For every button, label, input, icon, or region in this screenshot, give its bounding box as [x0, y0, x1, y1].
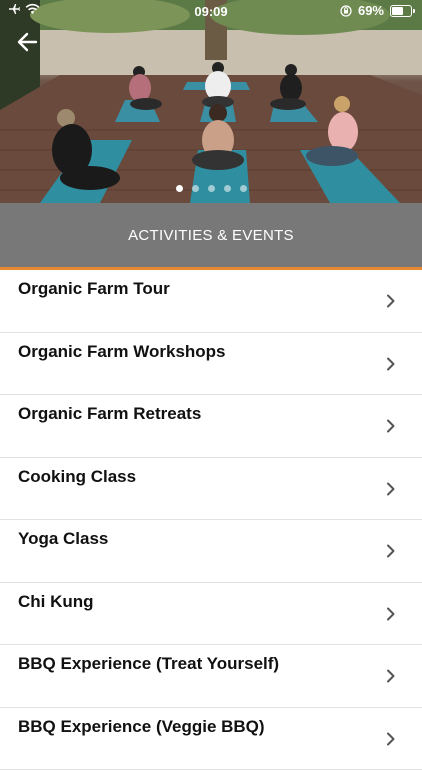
chevron-right-icon	[386, 732, 396, 746]
carousel-dot[interactable]	[208, 185, 215, 192]
activity-label: BBQ Experience (Treat Yourself)	[18, 654, 279, 674]
section-header: ACTIVITIES & EVENTS	[0, 203, 422, 267]
carousel-dot[interactable]	[176, 185, 183, 192]
activity-label: Yoga Class	[18, 529, 108, 549]
back-button[interactable]	[14, 28, 42, 56]
activity-label: Organic Farm Workshops	[18, 342, 226, 362]
hero-image[interactable]: 09:09 69%	[0, 0, 422, 203]
back-arrow-icon	[14, 28, 42, 56]
battery-level	[392, 7, 403, 15]
chevron-right-icon	[386, 482, 396, 496]
chevron-right-icon	[386, 544, 396, 558]
activity-list-item[interactable]: BBQ Experience (Treat Yourself)	[0, 645, 422, 708]
chevron-right-icon	[386, 419, 396, 433]
carousel-page-indicator[interactable]	[0, 185, 422, 192]
activities-list: Organic Farm Tour Organic Farm Workshops O…	[0, 270, 422, 770]
yoga-scene-illustration	[0, 0, 422, 203]
chevron-right-icon	[386, 294, 396, 308]
activity-label: BBQ Experience (Veggie BBQ)	[18, 717, 265, 737]
battery-percentage: 69%	[358, 3, 384, 18]
activity-label: Organic Farm Retreats	[18, 404, 201, 424]
carousel-dot[interactable]	[192, 185, 199, 192]
chevron-right-icon	[386, 607, 396, 621]
section-title: ACTIVITIES & EVENTS	[128, 227, 294, 244]
status-right: 69%	[340, 3, 412, 18]
activity-label: Organic Farm Tour	[18, 279, 170, 299]
activity-list-item[interactable]: Yoga Class	[0, 520, 422, 583]
activity-list-item[interactable]: Organic Farm Tour	[0, 270, 422, 333]
activity-list-item[interactable]: Organic Farm Workshops	[0, 333, 422, 396]
orientation-lock-icon	[340, 5, 352, 17]
activity-list-item[interactable]: Chi Kung	[0, 583, 422, 646]
carousel-dot[interactable]	[224, 185, 231, 192]
chevron-right-icon	[386, 669, 396, 683]
carousel-dot[interactable]	[240, 185, 247, 192]
status-bar: 09:09 69%	[0, 0, 422, 22]
activity-list-item[interactable]: Cooking Class	[0, 458, 422, 521]
activity-label: Chi Kung	[18, 592, 94, 612]
activity-label: Cooking Class	[18, 467, 136, 487]
chevron-right-icon	[386, 357, 396, 371]
battery-icon	[390, 5, 412, 17]
activity-list-item[interactable]: Organic Farm Retreats	[0, 395, 422, 458]
activity-list-item[interactable]: BBQ Experience (Veggie BBQ)	[0, 708, 422, 770]
